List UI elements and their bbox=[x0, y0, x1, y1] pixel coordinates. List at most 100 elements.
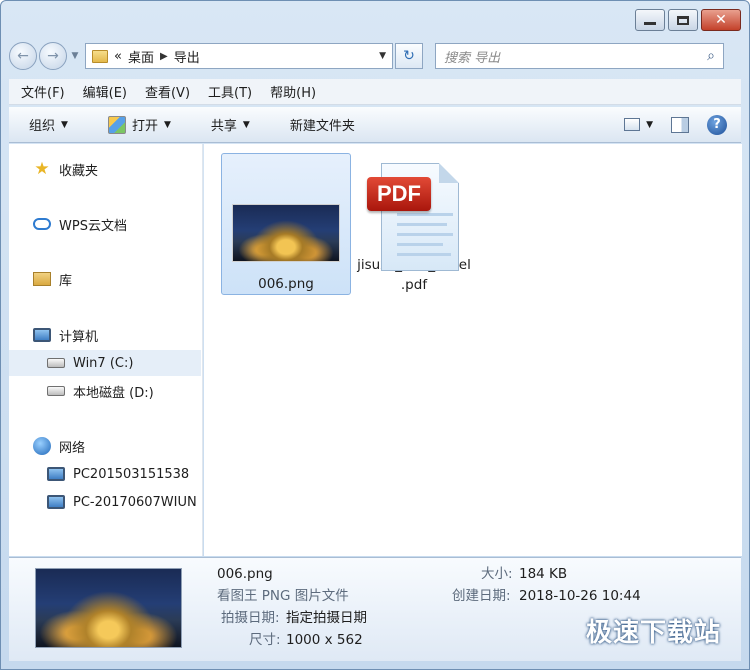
nav-library[interactable]: 库 bbox=[9, 266, 201, 292]
nav-network-label: 网络 bbox=[59, 440, 86, 456]
menu-edit[interactable]: 编辑(E) bbox=[83, 82, 127, 101]
search-input[interactable]: 搜索 导出 ⌕ bbox=[435, 43, 724, 69]
recent-pages-dropdown[interactable]: ▼ bbox=[69, 51, 81, 61]
change-view-button[interactable]: ▼ bbox=[624, 118, 653, 131]
share-dropdown-icon: ▼ bbox=[242, 119, 250, 130]
details-filename: 006.png bbox=[217, 566, 273, 582]
organize-button[interactable]: 组织 ▼ bbox=[29, 115, 68, 134]
file-list: 006.png PDF jisuxz_PDF_Excel .pdf bbox=[204, 144, 742, 556]
navigation-pane: ★ 收藏夹 WPS云文档 库 计算机 Win7 (C:) 本地磁盘 (D:) 网… bbox=[9, 144, 203, 556]
details-thumbnail bbox=[35, 568, 182, 648]
minimize-button[interactable] bbox=[635, 9, 665, 31]
menu-help[interactable]: 帮助(H) bbox=[270, 82, 316, 101]
details-date-taken-label: 拍摄日期: bbox=[221, 610, 280, 626]
nav-pc1-label: PC201503151538 bbox=[73, 466, 190, 482]
refresh-button[interactable]: ↻ bbox=[395, 43, 423, 69]
nav-pc-1[interactable]: PC201503151538 bbox=[9, 461, 201, 487]
details-pane: 006.png 看图王 PNG 图片文件 拍摄日期: 指定拍摄日期 尺寸: 10… bbox=[9, 557, 741, 661]
close-icon: ✕ bbox=[715, 12, 727, 28]
menu-file[interactable]: 文件(F) bbox=[21, 82, 65, 101]
network-computer-icon bbox=[47, 467, 65, 481]
nav-favorites-label: 收藏夹 bbox=[59, 163, 99, 179]
menu-bar: 文件(F) 编辑(E) 查看(V) 工具(T) 帮助(H) bbox=[9, 79, 741, 105]
computer-icon bbox=[33, 328, 51, 342]
cloud-icon bbox=[33, 218, 51, 230]
breadcrumb-separator-icon[interactable]: ▶ bbox=[160, 51, 168, 62]
maximize-button[interactable] bbox=[668, 9, 698, 31]
share-button[interactable]: 共享 ▼ bbox=[211, 115, 250, 134]
search-placeholder: 搜索 导出 bbox=[444, 50, 501, 66]
nav-drive-c-label: Win7 (C:) bbox=[73, 355, 134, 371]
nav-computer-label: 计算机 bbox=[59, 329, 99, 345]
address-dropdown-icon[interactable]: ▼ bbox=[379, 51, 386, 61]
file-name: 006.png bbox=[258, 276, 314, 292]
image-thumbnail bbox=[232, 204, 340, 262]
open-dropdown-icon[interactable]: ▼ bbox=[164, 120, 171, 130]
nav-library-label: 库 bbox=[59, 273, 73, 289]
nav-drive-d[interactable]: 本地磁盘 (D:) bbox=[9, 378, 201, 404]
breadcrumb-export[interactable]: 导出 bbox=[174, 47, 200, 66]
details-dimensions-label: 尺寸: bbox=[249, 632, 281, 648]
details-size-label: 大小: bbox=[481, 566, 513, 582]
close-button[interactable]: ✕ bbox=[701, 9, 741, 31]
view-dropdown-icon[interactable]: ▼ bbox=[646, 120, 653, 130]
nav-favorites[interactable]: ★ 收藏夹 bbox=[9, 156, 201, 182]
menu-tools[interactable]: 工具(T) bbox=[208, 82, 252, 101]
open-with-icon bbox=[107, 115, 126, 134]
details-size-value: 184 KB bbox=[519, 566, 568, 582]
nav-network[interactable]: 网络 bbox=[9, 433, 201, 459]
explorer-window: ✕ ← → ▼ « 桌面 ▶ 导出 ▼ ↻ 搜索 导出 ⌕ 文件(F) 编辑(E… bbox=[0, 0, 750, 670]
refresh-icon: ↻ bbox=[403, 48, 415, 64]
menu-view[interactable]: 查看(V) bbox=[145, 82, 190, 101]
minimize-icon bbox=[644, 21, 656, 25]
breadcrumb-desktop[interactable]: 桌面 bbox=[128, 47, 154, 66]
details-date-taken-value[interactable]: 指定拍摄日期 bbox=[286, 608, 367, 628]
organize-dropdown-icon: ▼ bbox=[61, 119, 68, 130]
nav-pc-2[interactable]: PC-20170607WIUN bbox=[9, 489, 201, 515]
help-icon[interactable]: ? bbox=[707, 114, 727, 135]
view-controls: ▼ ? bbox=[624, 114, 727, 135]
site-watermark: 极速下载站 bbox=[585, 618, 721, 648]
share-label: 共享 bbox=[210, 119, 237, 134]
view-icon bbox=[624, 118, 641, 131]
details-created-label: 创建日期: bbox=[452, 588, 511, 604]
nav-wps-cloud[interactable]: WPS云文档 bbox=[9, 211, 201, 237]
system-drive-icon bbox=[47, 358, 65, 368]
details-created-value: 2018-10-26 10:44 bbox=[519, 588, 641, 604]
command-bar: 组织 ▼ 打开 ▼ 共享 ▼ 新建文件夹 ▼ ? bbox=[9, 107, 741, 143]
new-folder-button[interactable]: 新建文件夹 bbox=[290, 115, 355, 134]
nav-drive-c[interactable]: Win7 (C:) bbox=[9, 350, 201, 376]
search-icon[interactable]: ⌕ bbox=[707, 48, 715, 64]
caption-buttons: ✕ bbox=[635, 9, 741, 31]
network-computer-icon bbox=[47, 495, 65, 509]
new-folder-label: 新建文件夹 bbox=[289, 119, 355, 134]
breadcrumb-prefix[interactable]: « bbox=[114, 49, 122, 64]
star-icon: ★ bbox=[34, 159, 50, 179]
open-button[interactable]: 打开 ▼ bbox=[107, 115, 171, 134]
details-filetype: 看图王 PNG 图片文件 bbox=[217, 588, 349, 604]
pdf-file-icon: PDF bbox=[367, 163, 461, 271]
back-button[interactable]: ← bbox=[9, 42, 37, 70]
organize-label: 组织 bbox=[29, 119, 56, 134]
maximize-icon bbox=[677, 15, 689, 25]
address-bar[interactable]: « 桌面 ▶ 导出 ▼ bbox=[85, 43, 393, 69]
address-row: ← → ▼ « 桌面 ▶ 导出 ▼ ↻ 搜索 导出 ⌕ bbox=[9, 41, 741, 71]
details-dimensions-value: 1000 x 562 bbox=[286, 632, 363, 648]
back-arrow-icon: ← bbox=[17, 48, 29, 64]
open-label: 打开 bbox=[131, 119, 158, 134]
nav-computer[interactable]: 计算机 bbox=[9, 322, 201, 348]
nav-wps-label: WPS云文档 bbox=[59, 218, 127, 234]
preview-pane-icon[interactable] bbox=[671, 116, 689, 133]
file-name-line-2: .pdf bbox=[400, 277, 428, 293]
forward-arrow-icon: → bbox=[47, 48, 59, 64]
pdf-badge: PDF bbox=[367, 177, 431, 211]
network-icon bbox=[33, 437, 51, 455]
folder-icon bbox=[92, 49, 108, 63]
library-icon bbox=[33, 272, 51, 286]
forward-button[interactable]: → bbox=[39, 42, 67, 70]
nav-pc2-label: PC-20170607WIUN bbox=[73, 494, 197, 510]
file-item-pdf[interactable]: PDF jisuxz_PDF_Excel .pdf bbox=[349, 153, 479, 295]
drive-icon bbox=[47, 386, 65, 396]
nav-drive-d-label: 本地磁盘 (D:) bbox=[73, 385, 154, 401]
file-item-006-png[interactable]: 006.png bbox=[221, 153, 351, 295]
